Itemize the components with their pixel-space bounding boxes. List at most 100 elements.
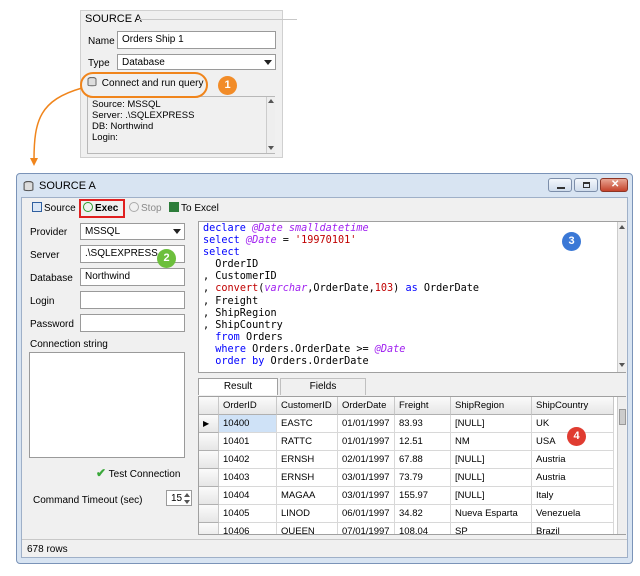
grid-cell[interactable]: 10406 — [219, 523, 277, 534]
grid-cell[interactable]: [NULL] — [451, 469, 532, 487]
code-token: , Freight — [203, 295, 259, 307]
grid-cell[interactable]: 10403 — [219, 469, 277, 487]
grid-cell[interactable]: MAGAA — [277, 487, 338, 505]
grid-cell[interactable]: 83.93 — [395, 415, 451, 433]
excel-icon — [169, 202, 179, 212]
timeout-spinner[interactable] — [183, 491, 191, 505]
column-header[interactable]: ShipRegion — [451, 397, 532, 415]
grid-cell[interactable]: ERNSH — [277, 451, 338, 469]
column-header[interactable]: ShipCountry — [532, 397, 614, 415]
login-field[interactable] — [80, 291, 185, 309]
maximize-button[interactable] — [574, 178, 598, 192]
grid-cell[interactable]: 10401 — [219, 433, 277, 451]
result-grid[interactable]: OrderID CustomerID OrderDate Freight ShipReg… — [198, 396, 626, 535]
source-window: SOURCE A ✕ Source Exec Stop To Excel Pro… — [16, 173, 633, 564]
grid-cell[interactable]: SP — [451, 523, 532, 534]
exec-button[interactable]: Exec — [83, 202, 118, 214]
minimize-icon — [557, 187, 565, 189]
row-header[interactable]: ▶ — [199, 415, 219, 433]
grid-cell[interactable]: Brazil — [532, 523, 614, 534]
grid-cell[interactable]: NM — [451, 433, 532, 451]
grid-cell[interactable]: 12.51 — [395, 433, 451, 451]
minimize-button[interactable] — [548, 178, 572, 192]
scroll-thumb[interactable] — [619, 409, 626, 425]
window-client: Source Exec Stop To Excel Provider MSSQL… — [21, 197, 628, 558]
grid-cell[interactable]: 10400 — [219, 415, 277, 433]
grid-cell[interactable]: 73.79 — [395, 469, 451, 487]
connection-string-field[interactable] — [29, 352, 185, 458]
column-header[interactable]: CustomerID — [277, 397, 338, 415]
grid-cell[interactable]: Venezuela — [532, 505, 614, 523]
grid-cell[interactable]: [NULL] — [451, 487, 532, 505]
grid-cell[interactable]: 10404 — [219, 487, 277, 505]
code-token: , CustomerID — [203, 271, 277, 283]
connection-string-label: Connection string — [30, 339, 108, 350]
grid-cell[interactable]: [NULL] — [451, 415, 532, 433]
grid-cell[interactable]: Austria — [532, 469, 614, 487]
grid-cell[interactable]: Austria — [532, 451, 614, 469]
code-token: from — [215, 331, 240, 343]
grid-cell[interactable]: RATTC — [277, 433, 338, 451]
grid-corner-header[interactable] — [199, 397, 219, 415]
password-field[interactable] — [80, 314, 185, 332]
column-header[interactable]: OrderID — [219, 397, 277, 415]
grid-cell[interactable]: 03/01/1997 — [338, 469, 395, 487]
grid-cell[interactable]: 03/01/1997 — [338, 487, 395, 505]
editor-scrollbar[interactable] — [617, 222, 626, 372]
grid-cell[interactable]: 10402 — [219, 451, 277, 469]
grid-scrollbar[interactable] — [617, 397, 626, 534]
grid-cell[interactable]: [NULL] — [451, 451, 532, 469]
row-header[interactable] — [199, 469, 219, 487]
code-token: ) — [393, 283, 406, 295]
grid-cell[interactable]: QUEEN — [277, 523, 338, 534]
close-button[interactable]: ✕ — [600, 178, 628, 192]
play-icon — [83, 202, 93, 212]
checkmark-icon: ✔ — [96, 466, 107, 480]
grid-cell[interactable]: 02/01/1997 — [338, 451, 395, 469]
column-header[interactable]: OrderDate — [338, 397, 395, 415]
grid-cell[interactable]: 10405 — [219, 505, 277, 523]
row-header[interactable] — [199, 433, 219, 451]
source-toolbar-button[interactable]: Source — [32, 202, 76, 214]
row-header[interactable] — [199, 487, 219, 505]
code-token: convert — [215, 283, 259, 295]
code-token: OrderDate — [417, 283, 480, 295]
to-excel-button[interactable]: To Excel — [169, 202, 219, 214]
row-header[interactable] — [199, 505, 219, 523]
stop-button[interactable]: Stop — [129, 202, 162, 214]
tab-result[interactable]: Result — [198, 378, 278, 395]
grid-cell[interactable]: Italy — [532, 487, 614, 505]
exec-label: Exec — [95, 203, 119, 214]
grid-cell[interactable]: 06/01/1997 — [338, 505, 395, 523]
column-header[interactable]: Freight — [395, 397, 451, 415]
grid-cell[interactable]: Nueva Esparta — [451, 505, 532, 523]
grid-cell[interactable]: 67.88 — [395, 451, 451, 469]
code-token: , ShipCountry — [203, 319, 283, 331]
grid-cell[interactable]: 34.82 — [395, 505, 451, 523]
provider-select[interactable]: MSSQL — [80, 223, 185, 240]
grid-cell[interactable]: 155.97 — [395, 487, 451, 505]
row-header[interactable] — [199, 451, 219, 469]
database-field[interactable]: Northwind — [80, 268, 185, 286]
grid-cell[interactable]: EASTC — [277, 415, 338, 433]
database-label: Database — [30, 273, 73, 284]
close-icon: ✕ — [611, 179, 620, 190]
code-token: declare — [203, 223, 253, 234]
grid-cell[interactable]: 07/01/1997 — [338, 523, 395, 534]
test-connection-button[interactable]: ✔ Test Connection — [96, 466, 180, 480]
grid-cell[interactable]: LINOD — [277, 505, 338, 523]
code-token: select — [203, 247, 240, 259]
step-badge-2: 2 — [157, 249, 176, 268]
grid-cell[interactable]: 01/01/1997 — [338, 415, 395, 433]
source-icon — [32, 202, 42, 212]
code-token: , — [203, 283, 216, 295]
code-token: where — [215, 343, 246, 355]
row-header[interactable] — [199, 523, 219, 534]
tab-fields[interactable]: Fields — [280, 378, 366, 395]
window-title: SOURCE A — [39, 180, 96, 192]
code-token: varchar — [264, 283, 308, 295]
grid-cell[interactable]: ERNSH — [277, 469, 338, 487]
grid-cell[interactable]: 108.04 — [395, 523, 451, 534]
grid-cell[interactable]: 01/01/1997 — [338, 433, 395, 451]
scroll-up-icon — [619, 225, 625, 229]
